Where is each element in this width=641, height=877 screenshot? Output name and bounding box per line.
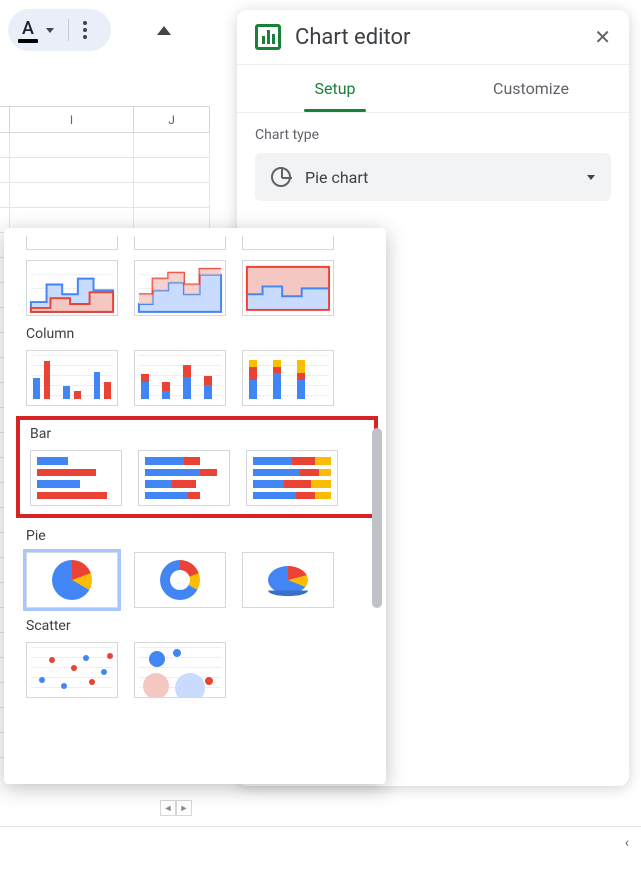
section-bar: Bar [30, 426, 364, 442]
chart-thumb-3d-pie[interactable] [242, 552, 334, 608]
thumb-row-bar [30, 450, 364, 506]
column-header-i[interactable]: I [10, 107, 134, 132]
panel-title: Chart editor [295, 25, 580, 50]
column-header-gutter[interactable] [0, 107, 10, 132]
column-headers: I J [0, 107, 210, 133]
chart-thumb[interactable] [26, 236, 118, 250]
chart-thumb-bubble[interactable] [134, 642, 226, 698]
chart-thumb-100-stepped-area[interactable] [242, 260, 334, 316]
chart-thumb-pie[interactable] [26, 552, 118, 608]
toolbar: A [0, 0, 210, 60]
scroll-left-icon[interactable]: ◄ [160, 800, 176, 816]
stepped-area-icon [27, 261, 117, 316]
chart-thumb-stacked-bar[interactable] [138, 450, 230, 506]
chart-thumb-column[interactable] [26, 350, 118, 406]
chart-thumb-scatter[interactable] [26, 642, 118, 698]
more-icon[interactable] [83, 21, 87, 39]
pie-3d-icon [268, 566, 308, 594]
separator [68, 19, 69, 41]
thumb-row-scatter [26, 642, 368, 698]
text-color-button[interactable]: A [18, 18, 38, 43]
chart-thumb[interactable] [242, 236, 334, 250]
caret-down-icon[interactable] [46, 28, 54, 33]
section-pie: Pie [26, 528, 368, 544]
chart-thumb[interactable] [134, 236, 226, 250]
chart-type-dropdown[interactable]: Column [4, 228, 386, 784]
column-chart-icon [33, 357, 111, 399]
chart-type-label: Chart type [255, 127, 611, 143]
chart-thumb-stacked-stepped-area[interactable] [134, 260, 226, 316]
chart-thumb-stepped-area[interactable] [26, 260, 118, 316]
thumb-row-cut [26, 236, 368, 250]
chart-thumb-donut[interactable] [134, 552, 226, 608]
chart-thumb-bar[interactable] [30, 450, 122, 506]
full-stacked-bar-icon [253, 457, 331, 499]
text-color-letter: A [22, 18, 34, 39]
chart-thumb-100-stacked-bar[interactable] [246, 450, 338, 506]
thumb-row-pie [26, 552, 368, 608]
bar-section-highlight: Bar [16, 416, 378, 518]
chart-thumb-stacked-column[interactable] [134, 350, 226, 406]
bar-chart-icon [37, 457, 115, 499]
donut-chart-icon [160, 560, 200, 600]
full-stacked-column-icon [249, 357, 327, 399]
column-header-j[interactable]: J [134, 107, 210, 132]
tab-customize[interactable]: Customize [433, 65, 629, 112]
horizontal-scroll-buttons[interactable]: ◄ ► [160, 800, 192, 816]
pie-chart-icon [52, 560, 92, 600]
stacked-bar-icon [145, 457, 223, 499]
pie-icon [271, 167, 291, 187]
collapse-toolbar-icon[interactable] [157, 26, 171, 35]
stacked-column-icon [141, 357, 219, 399]
panel-header: Chart editor ✕ [237, 10, 629, 65]
stacked-stepped-area-icon [135, 261, 225, 316]
panel-tabs: Setup Customize [237, 65, 629, 113]
caret-down-icon [587, 175, 595, 180]
thumb-row-steparea [26, 260, 368, 316]
dropdown-scrollbar[interactable] [372, 428, 382, 608]
section-column: Column [26, 326, 368, 342]
chart-thumb-100-stacked-column[interactable] [242, 350, 334, 406]
chart-type-select[interactable]: Pie chart [255, 153, 611, 201]
scroll-right-icon[interactable]: ► [176, 800, 192, 816]
full-stepped-area-icon [243, 261, 333, 316]
thumb-row-column [26, 350, 368, 406]
section-scatter: Scatter [26, 618, 368, 634]
tab-setup[interactable]: Setup [237, 65, 433, 112]
chart-type-value: Pie chart [305, 168, 368, 187]
explore-chevron-icon[interactable]: ‹ [625, 835, 629, 851]
bottom-bar: ‹ [0, 826, 641, 856]
chart-editor-icon [255, 24, 281, 50]
toolbar-pill: A [8, 9, 111, 51]
text-color-underline [18, 39, 38, 43]
close-icon[interactable]: ✕ [594, 25, 611, 49]
